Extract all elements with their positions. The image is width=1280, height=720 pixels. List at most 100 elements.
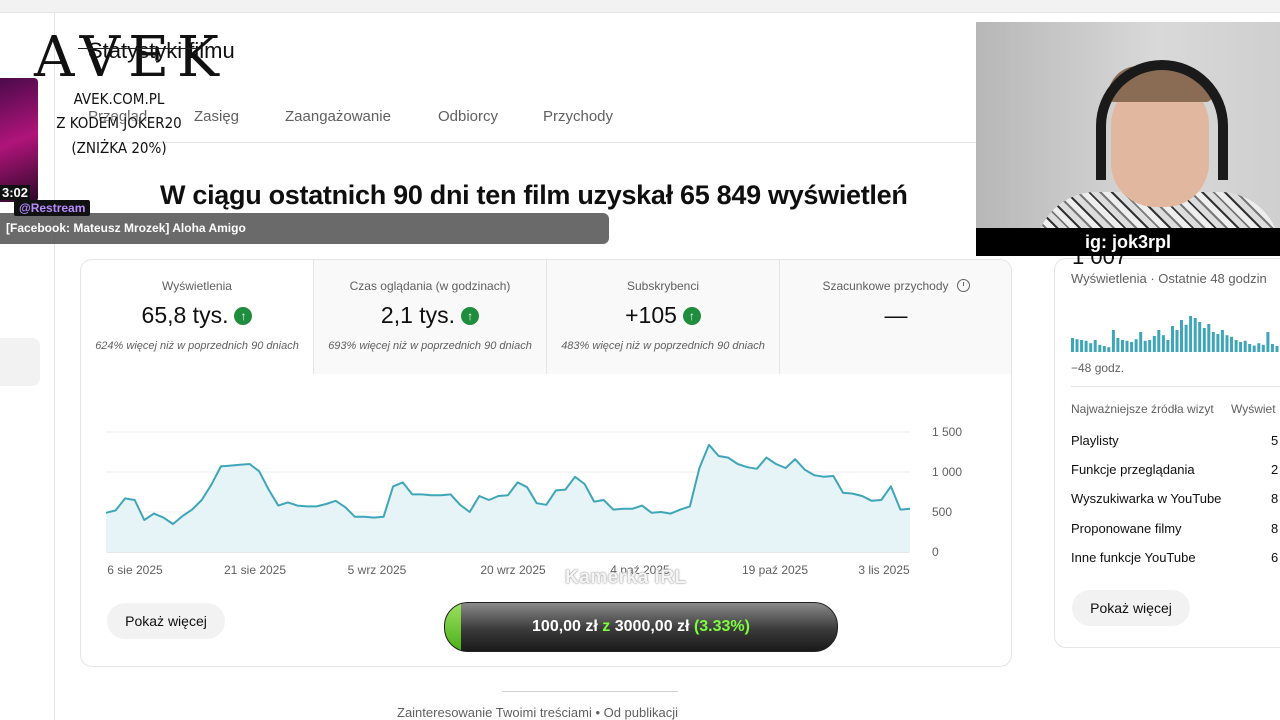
realtime-bar: [1111, 330, 1115, 352]
realtime-bar: [1189, 316, 1193, 352]
realtime-bar-chart: [1071, 316, 1279, 352]
headline: W ciągu ostatnich 90 dni ten film uzyska…: [160, 180, 908, 210]
chart-y-tick-label: 500: [932, 505, 952, 519]
realtime-bar: [1257, 343, 1261, 352]
section-title: Zainteresowanie Twoimi treściami • Od pu…: [397, 705, 679, 720]
tab-revenue[interactable]: Przychody: [543, 108, 613, 125]
realtime-bar: [1139, 332, 1143, 352]
realtime-bar: [1175, 330, 1179, 352]
source-value: 2: [1271, 462, 1279, 477]
webcam-overlay: ig: jok3rpl: [976, 22, 1280, 256]
realtime-bar: [1239, 342, 1243, 352]
realtime-bar: [1234, 340, 1238, 352]
realtime-bar: [1161, 335, 1165, 352]
metric-views[interactable]: Wyświetlenia 65,8 tys. ↑ 624% więcej niż …: [81, 260, 313, 374]
donation-progress-bar: 100,00 zł z 3000,00 zł (3.33%): [444, 602, 838, 652]
source-value: 6: [1271, 550, 1279, 565]
realtime-bar: [1071, 338, 1074, 352]
metric-value: +105 ↑: [547, 302, 779, 329]
realtime-bar: [1211, 332, 1215, 352]
realtime-bar: [1080, 340, 1084, 352]
realtime-bar: [1275, 346, 1279, 352]
metric-value: 2,1 tys. ↑: [314, 302, 546, 329]
realtime-bar: [1193, 318, 1197, 352]
chat-message-text: [Facebook: Mateusz Mrozek] Aloha Amigo: [6, 221, 246, 235]
metric-label: Wyświetlenia: [162, 279, 232, 293]
arrow-up-icon: ↑: [234, 307, 253, 325]
sponsor-logo: AVEK: [34, 25, 227, 90]
source-other: Inne funkcje YouTube: [1071, 550, 1196, 565]
footer-divider: [502, 691, 678, 692]
sidebar-item[interactable]: [0, 338, 40, 386]
metric-comparison: 483% więcej niż w poprzednich 90 dniach: [561, 340, 765, 352]
realtime-bar: [1089, 343, 1093, 352]
chart-area-fill: [106, 444, 910, 552]
camera-label: Kamerka IRL: [565, 567, 687, 588]
tab-divider: [80, 142, 980, 143]
realtime-bar: [1171, 326, 1174, 352]
realtime-bar: [1093, 340, 1097, 352]
realtime-divider: [1071, 386, 1280, 387]
realtime-bar: [1198, 322, 1202, 352]
realtime-bar: [1157, 330, 1161, 352]
source-value: 5: [1271, 433, 1279, 448]
realtime-bar: [1107, 347, 1111, 352]
metric-comparison: 693% więcej niż w poprzednich 90 dniach: [328, 340, 532, 352]
realtime-bar: [1184, 324, 1188, 352]
realtime-bar: [1098, 344, 1102, 352]
realtime-bar: [1148, 340, 1152, 352]
metric-revenue[interactable]: Szacunkowe przychody —: [780, 260, 1011, 374]
tab-engagement[interactable]: Zaangażowanie: [285, 108, 391, 125]
metric-label: Czas oglądania (w godzinach): [349, 279, 511, 293]
views-chart: 1 500 1 000 500 0 6 sie 2025 21 sie 2025 5 wrz…: [105, 425, 962, 577]
promo-line: Z KODEM JOKER20: [56, 114, 182, 132]
metric-value: —: [884, 302, 908, 328]
metric-value: 65,8 tys. ↑: [81, 302, 313, 329]
chart-y-tick-label: 1 500: [932, 425, 962, 439]
promo-line: AVEK.COM.PL: [73, 90, 165, 108]
metric-label: Szacunkowe przychody: [780, 279, 1011, 293]
chart-y-tick-label: 0: [932, 545, 939, 559]
donation-text: 100,00 zł z 3000,00 zł (3.33%): [532, 618, 750, 635]
realtime-bar: [1230, 336, 1233, 352]
realtime-bar: [1125, 340, 1129, 352]
realtime-bar: [1216, 334, 1220, 352]
stream-thumbnail: [0, 78, 38, 202]
realtime-bar: [1202, 328, 1206, 352]
realtime-bar: [1220, 330, 1224, 352]
arrow-up-icon: ↑: [461, 307, 480, 325]
realtime-bar: [1207, 324, 1211, 352]
realtime-bar: [1180, 320, 1183, 352]
chart-x-tick-label: 20 wrz 2025: [480, 563, 546, 577]
realtime-bar: [1252, 345, 1256, 352]
webcam-caption: ig: jok3rpl: [976, 228, 1280, 256]
tab-audience[interactable]: Odbiorcy: [438, 108, 498, 125]
realtime-bar: [1075, 339, 1079, 352]
realtime-bar: [1102, 346, 1106, 352]
arrow-up-icon: ↑: [682, 307, 701, 325]
metric-label: Subskrybenci: [626, 279, 700, 293]
tab-reach[interactable]: Zasięg: [194, 108, 239, 125]
realtime-bar: [1270, 344, 1274, 352]
top-border: [0, 0, 1280, 13]
metric-watch-time[interactable]: Czas oglądania (w godzinach) 2,1 tys. ↑ 6…: [314, 260, 546, 374]
clock-icon: [956, 279, 970, 292]
sources-column-header: Wyświet: [1231, 402, 1276, 416]
show-more-button[interactable]: Pokaż więcej: [107, 603, 225, 639]
source-browse: Funkcje przeglądania: [1071, 462, 1195, 477]
promo-line: (ZNIŻKA 20%): [71, 139, 167, 157]
headset-icon: [1096, 60, 1228, 180]
chart-x-tick-label: 21 sie 2025: [224, 563, 286, 577]
stream-timer: 3:02: [0, 185, 31, 200]
realtime-bar: [1121, 340, 1124, 352]
realtime-bar: [1166, 340, 1170, 352]
source-value: 8: [1271, 521, 1279, 536]
chart-y-tick-label: 1 000: [932, 465, 962, 479]
metric-subscribers[interactable]: Subskrybenci +105 ↑ 483% więcej niż w pop…: [547, 260, 779, 374]
realtime-bar: [1225, 335, 1229, 352]
source-search: Wyszukiwarka w YouTube: [1071, 491, 1222, 506]
chart-x-tick-label: 3 lis 2025: [858, 563, 910, 577]
show-more-button-realtime[interactable]: Pokaż więcej: [1072, 590, 1190, 626]
realtime-bar: [1243, 340, 1247, 352]
chart-x-tick-label: 19 paź 2025: [742, 563, 808, 577]
